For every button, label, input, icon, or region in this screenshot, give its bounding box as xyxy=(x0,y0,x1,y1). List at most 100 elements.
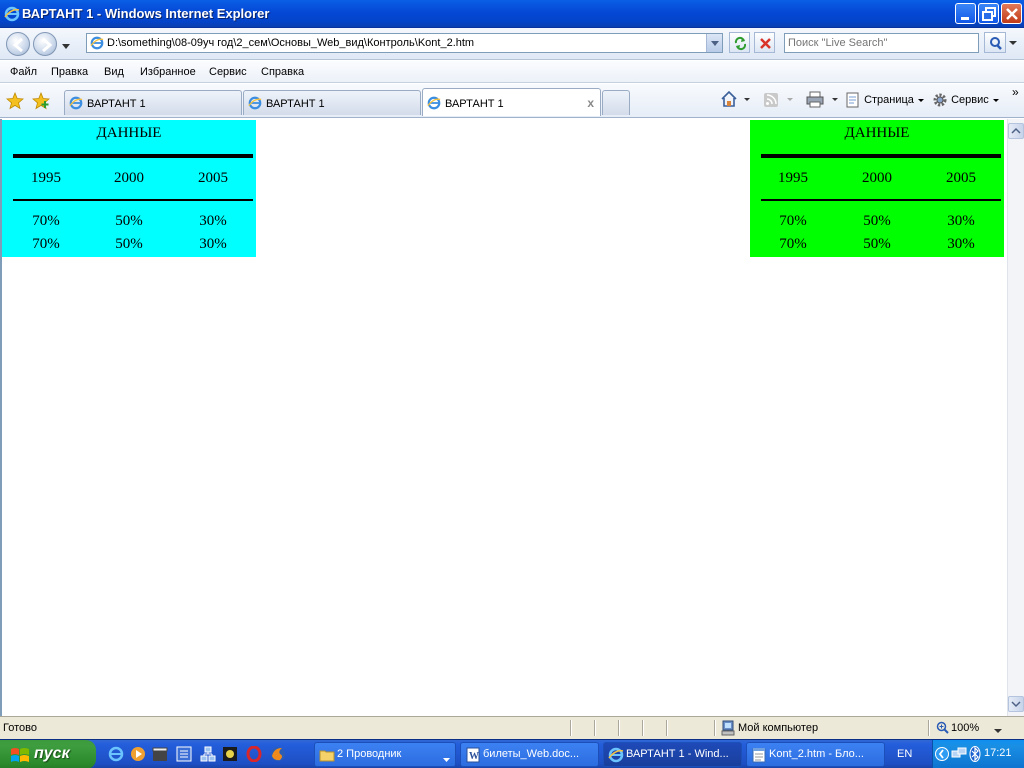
table-cell: 30% xyxy=(199,213,227,229)
scroll-up-button[interactable] xyxy=(1008,123,1024,139)
address-url: D:\something\08-09уч год\2_сем\Основы_We… xyxy=(107,37,475,49)
page-icon xyxy=(846,92,859,108)
menu-help[interactable]: Справка xyxy=(261,66,304,78)
quicklaunch-app-icon[interactable] xyxy=(222,746,238,762)
table-cell: 50% xyxy=(115,213,143,229)
notepad-icon xyxy=(751,747,767,766)
language-indicator[interactable]: EN xyxy=(897,748,912,760)
ie-icon xyxy=(4,6,20,25)
bluetooth-tray-icon[interactable] xyxy=(969,746,981,765)
stop-button[interactable] xyxy=(754,32,775,53)
add-favorite-icon[interactable] xyxy=(32,91,50,113)
taskbar: пуск 2 Проводник W билеты_Web.doc... ВАР… xyxy=(0,739,1024,768)
task-explorer[interactable]: 2 Проводник xyxy=(314,742,456,767)
table-rule-thick xyxy=(13,154,253,158)
forward-button[interactable] xyxy=(33,32,57,56)
table-cell: 70% xyxy=(32,236,60,252)
address-field[interactable]: D:\something\08-09уч год\2_сем\Основы_We… xyxy=(86,33,723,53)
word-document-icon: W xyxy=(465,747,481,766)
year-header: 2005 xyxy=(946,170,976,186)
search-input[interactable] xyxy=(788,37,973,49)
tab-label: ВАРТАНТ 1 xyxy=(266,98,325,110)
window-title: ВАРТАНТ 1 - Windows Internet Explorer xyxy=(22,6,270,21)
task-internet-explorer[interactable]: ВАРТАНТ 1 - Wind... xyxy=(603,742,742,767)
start-label: пуск xyxy=(34,745,70,762)
task-label: Kont_2.htm - Бло... xyxy=(769,748,864,760)
menu-file[interactable]: Файл xyxy=(10,66,37,78)
menu-bar: Файл Правка Вид Избранное Сервис Справка xyxy=(0,61,1024,83)
task-label: ВАРТАНТ 1 - Wind... xyxy=(626,748,729,760)
favorites-star-icon[interactable] xyxy=(6,91,24,113)
table-cell: 50% xyxy=(115,236,143,252)
search-button[interactable] xyxy=(984,32,1006,53)
task-label: 2 Проводник xyxy=(337,748,402,760)
quicklaunch-movie-maker-icon[interactable] xyxy=(152,746,168,762)
folder-icon xyxy=(319,747,335,766)
minimize-button[interactable] xyxy=(955,3,976,24)
table-cell: 50% xyxy=(863,213,891,229)
zoom-icon[interactable] xyxy=(936,721,950,738)
status-divider xyxy=(666,720,667,736)
quicklaunch-ie-icon[interactable] xyxy=(108,746,124,762)
tab-bar: ВАРТАНТ 1 ВАРТАНТ 1 ВАРТАНТ 1 x Страница… xyxy=(0,84,1024,118)
scroll-down-button[interactable] xyxy=(1008,696,1024,712)
zoom-dropdown[interactable] xyxy=(994,725,1002,737)
quicklaunch-calc-icon[interactable] xyxy=(176,746,192,762)
table-cell: 70% xyxy=(779,213,807,229)
quicklaunch-opera-icon[interactable] xyxy=(246,745,262,763)
search-field[interactable] xyxy=(784,33,979,53)
toolbar-overflow-chevron[interactable]: » xyxy=(1012,85,1019,99)
table-cell: 70% xyxy=(779,236,807,252)
data-table-right: ДАННЫЕ 1995 2000 2005 70% 50% 30% 70% 50… xyxy=(750,120,1004,257)
task-notepad[interactable]: Kont_2.htm - Бло... xyxy=(746,742,885,767)
start-button[interactable]: пуск xyxy=(0,740,96,768)
title-bar[interactable]: ВАРТАНТ 1 - Windows Internet Explorer xyxy=(0,0,1024,28)
new-tab-button[interactable] xyxy=(602,90,630,115)
refresh-button[interactable] xyxy=(729,32,750,53)
feeds-button[interactable] xyxy=(763,90,793,111)
menu-tools[interactable]: Сервис xyxy=(209,66,247,78)
home-button[interactable] xyxy=(720,90,750,111)
quicklaunch-firefox-icon[interactable] xyxy=(270,746,286,762)
network-tray-icon[interactable] xyxy=(951,746,967,765)
status-divider xyxy=(570,720,571,736)
ie-icon xyxy=(608,747,624,766)
year-header: 1995 xyxy=(31,170,61,186)
menu-view[interactable]: Вид xyxy=(104,66,124,78)
task-word-document[interactable]: W билеты_Web.doc... xyxy=(460,742,599,767)
recent-pages-dropdown[interactable] xyxy=(62,41,70,53)
svg-text:W: W xyxy=(469,751,479,762)
quicklaunch-media-player-icon[interactable] xyxy=(130,746,146,762)
table-cell: 50% xyxy=(863,236,891,252)
table-cell: 70% xyxy=(32,213,60,229)
menu-edit[interactable]: Правка xyxy=(51,66,88,78)
data-table-left: ДАННЫЕ 1995 2000 2005 70% 50% 30% 70% 50… xyxy=(2,120,256,257)
table-rule-thick xyxy=(761,154,1001,158)
vertical-scrollbar[interactable] xyxy=(1007,119,1024,716)
restore-button[interactable] xyxy=(978,3,999,24)
quicklaunch-network-icon[interactable] xyxy=(200,746,216,762)
tab-page-icon xyxy=(427,96,441,113)
address-dropdown[interactable] xyxy=(706,34,722,52)
zoom-level[interactable]: 100% xyxy=(951,722,979,734)
security-zone: Мой компьютер xyxy=(738,722,819,734)
tab-2[interactable]: ВАРТАНТ 1 xyxy=(243,90,421,115)
task-group-arrow-icon xyxy=(443,753,450,765)
tray-expand-icon[interactable] xyxy=(935,746,949,765)
status-divider xyxy=(642,720,643,736)
page-menu[interactable]: Страница xyxy=(845,92,924,108)
tools-menu[interactable]: Сервис xyxy=(932,92,999,108)
search-options-dropdown[interactable] xyxy=(1007,32,1019,53)
close-button[interactable] xyxy=(1001,3,1022,24)
tab-close-icon[interactable]: x xyxy=(587,96,594,110)
print-button[interactable] xyxy=(806,90,840,111)
page-icon xyxy=(90,36,104,53)
table-cell: 30% xyxy=(947,236,975,252)
table-cell: 30% xyxy=(199,236,227,252)
tab-1[interactable]: ВАРТАНТ 1 xyxy=(64,90,242,115)
tab-label: ВАРТАНТ 1 xyxy=(87,98,146,110)
menu-favorites[interactable]: Избранное xyxy=(140,66,196,78)
clock[interactable]: 17:21 xyxy=(984,747,1012,759)
back-button[interactable] xyxy=(6,32,30,56)
tab-3-active[interactable]: ВАРТАНТ 1 x xyxy=(422,88,601,116)
